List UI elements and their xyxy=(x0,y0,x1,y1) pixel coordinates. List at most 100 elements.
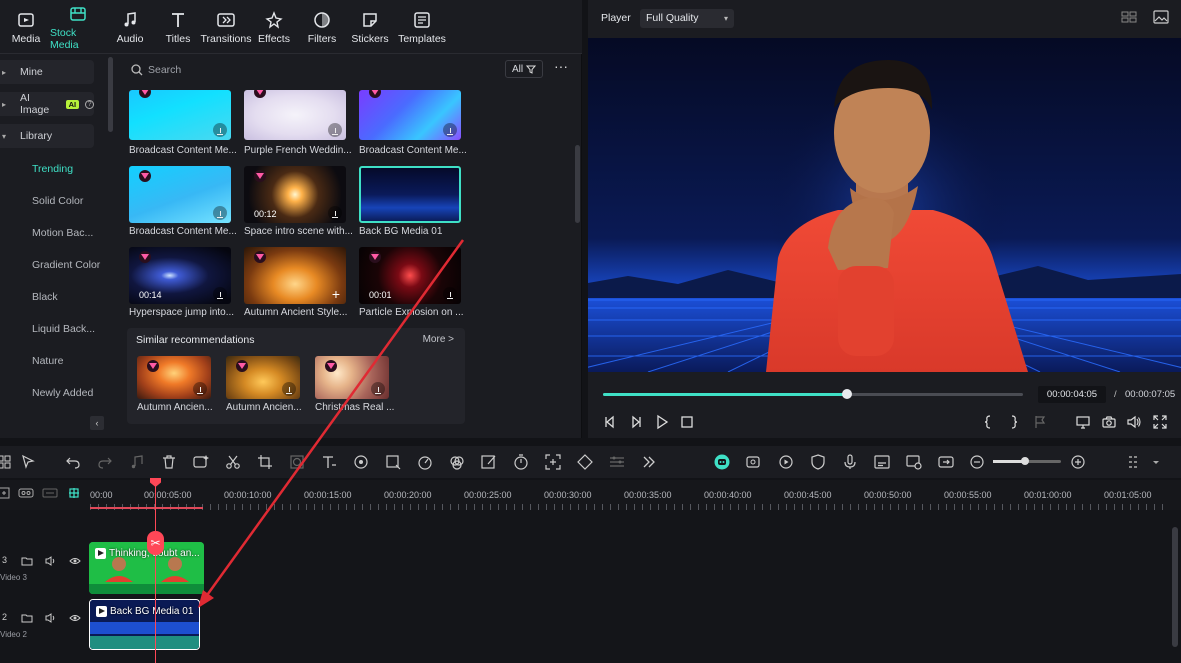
add-icon[interactable]: + xyxy=(332,286,340,302)
help-icon[interactable]: ? xyxy=(85,99,94,109)
prev-frame-button[interactable] xyxy=(602,414,618,430)
next-frame-button[interactable] xyxy=(628,414,644,430)
blend-button[interactable] xyxy=(448,453,466,471)
snapshot-button[interactable] xyxy=(1101,414,1117,430)
download-icon[interactable] xyxy=(193,382,207,396)
caption-track-button[interactable] xyxy=(42,486,58,500)
keyframe-button[interactable] xyxy=(576,453,594,471)
folder-icon[interactable] xyxy=(21,612,33,624)
preview-render-button[interactable] xyxy=(777,453,795,471)
link-tracks-button[interactable] xyxy=(18,486,34,500)
snapshot-timeline-button[interactable] xyxy=(905,453,923,471)
sidebar-item-library[interactable]: ▾ Library xyxy=(0,124,94,148)
timeline-ruler[interactable]: 00:00 00:00:05:00 00:00:10:00 00:00:15:00 00… xyxy=(0,480,1181,510)
sidebar-item-liquid-background[interactable]: Liquid Back... xyxy=(32,323,95,335)
sidebar-scrollbar[interactable] xyxy=(108,57,113,132)
image-icon[interactable] xyxy=(1153,10,1169,24)
folder-icon[interactable] xyxy=(21,555,33,567)
audio-stretch-button[interactable] xyxy=(128,453,146,471)
auto-reframe-button[interactable] xyxy=(544,453,562,471)
sidebar-item-mine[interactable]: ▸ Mine xyxy=(0,60,94,84)
record-voice-button[interactable] xyxy=(841,453,859,471)
color-match-button[interactable] xyxy=(352,453,370,471)
tab-filters[interactable]: Filters xyxy=(298,0,346,54)
collapse-sidebar-button[interactable]: ‹ xyxy=(90,416,104,430)
similar-more-link[interactable]: More > xyxy=(423,334,454,345)
replace-button[interactable] xyxy=(937,453,955,471)
stop-button[interactable] xyxy=(679,414,695,430)
download-icon[interactable] xyxy=(371,382,385,396)
playback-progress-bar[interactable] xyxy=(603,389,1023,399)
track-layout-button[interactable] xyxy=(1126,453,1144,471)
tab-effects[interactable]: Effects xyxy=(250,0,298,54)
select-tool-button[interactable] xyxy=(20,453,38,471)
more-options-button[interactable]: ··· xyxy=(552,59,570,78)
filter-button[interactable]: All xyxy=(505,60,543,78)
sidebar-item-nature[interactable]: Nature xyxy=(32,355,64,367)
mark-out-button[interactable] xyxy=(1006,414,1022,430)
split-button[interactable] xyxy=(224,453,242,471)
zoom-in-button[interactable] xyxy=(1069,453,1087,471)
undo-button[interactable] xyxy=(64,453,82,471)
download-icon[interactable] xyxy=(443,287,457,301)
sidebar-item-black[interactable]: Black xyxy=(32,291,58,303)
timeline-clip-back-bg[interactable]: Back BG Media 01 xyxy=(89,599,200,650)
sidebar-item-trending[interactable]: Trending xyxy=(32,163,73,175)
tab-media[interactable]: Media xyxy=(2,0,50,54)
edit-button[interactable] xyxy=(480,453,498,471)
timeline-zoom-slider[interactable] xyxy=(993,457,1061,465)
download-icon[interactable] xyxy=(213,287,227,301)
sidebar-item-gradient-color[interactable]: Gradient Color xyxy=(32,259,100,271)
marker-button[interactable] xyxy=(1032,414,1048,430)
eye-icon[interactable] xyxy=(69,612,81,624)
display-button[interactable] xyxy=(1075,414,1091,430)
volume-icon[interactable] xyxy=(45,612,57,624)
split-scissor-icon[interactable]: ✂ xyxy=(147,531,164,555)
tab-templates[interactable]: Templates xyxy=(394,0,450,54)
delete-button[interactable] xyxy=(160,453,178,471)
timeline-clip-thinking[interactable]: Thinking, doubt an... xyxy=(89,542,204,594)
zoom-knob[interactable] xyxy=(1020,457,1029,465)
ai-copilot-button[interactable] xyxy=(713,453,731,471)
tab-transitions[interactable]: Transitions xyxy=(201,0,251,54)
adjust-button[interactable] xyxy=(608,453,626,471)
search-input[interactable] xyxy=(148,60,448,80)
speed-button[interactable] xyxy=(416,453,434,471)
eye-icon[interactable] xyxy=(69,555,81,567)
fullscreen-button[interactable] xyxy=(1152,414,1168,430)
sidebar-item-motion-background[interactable]: Motion Bac... xyxy=(32,227,93,239)
mask-button[interactable] xyxy=(288,453,306,471)
text-button[interactable] xyxy=(320,453,338,471)
volume-icon[interactable] xyxy=(45,555,57,567)
protect-button[interactable] xyxy=(809,453,827,471)
playhead-line[interactable] xyxy=(155,480,156,663)
crop-button[interactable] xyxy=(256,453,274,471)
video-preview[interactable] xyxy=(588,38,1181,372)
render-button[interactable] xyxy=(745,453,763,471)
ai-tool-button[interactable] xyxy=(192,453,210,471)
magnet-snap-button[interactable] xyxy=(66,485,82,501)
tab-audio[interactable]: Audio xyxy=(106,0,154,54)
more-tools-button[interactable] xyxy=(640,453,658,471)
download-icon[interactable] xyxy=(328,206,342,220)
tab-stickers[interactable]: Stickers xyxy=(346,0,394,54)
mark-in-button[interactable] xyxy=(980,414,996,430)
download-icon[interactable] xyxy=(443,123,457,137)
download-icon[interactable] xyxy=(328,123,342,137)
sidebar-item-solid-color[interactable]: Solid Color xyxy=(32,195,83,207)
redo-button[interactable] xyxy=(96,453,114,471)
progress-knob[interactable] xyxy=(841,389,852,399)
subtitle-button[interactable] xyxy=(873,453,891,471)
volume-button[interactable] xyxy=(1126,414,1142,430)
download-icon[interactable] xyxy=(213,206,227,220)
resize-button[interactable] xyxy=(384,453,402,471)
tab-titles[interactable]: Titles xyxy=(154,0,202,54)
play-button[interactable] xyxy=(654,414,670,430)
quality-select[interactable]: Full Quality ▾ xyxy=(640,9,734,28)
sidebar-item-newly-added[interactable]: Newly Added xyxy=(32,387,93,399)
tab-stock-media[interactable]: Stock Media xyxy=(50,0,106,54)
timeline-vertical-scrollbar[interactable] xyxy=(1172,527,1178,647)
layout-button[interactable] xyxy=(0,453,14,471)
sidebar-item-ai-image[interactable]: ▸ AI Image AI ? xyxy=(0,92,94,116)
zoom-out-button[interactable] xyxy=(968,453,986,471)
